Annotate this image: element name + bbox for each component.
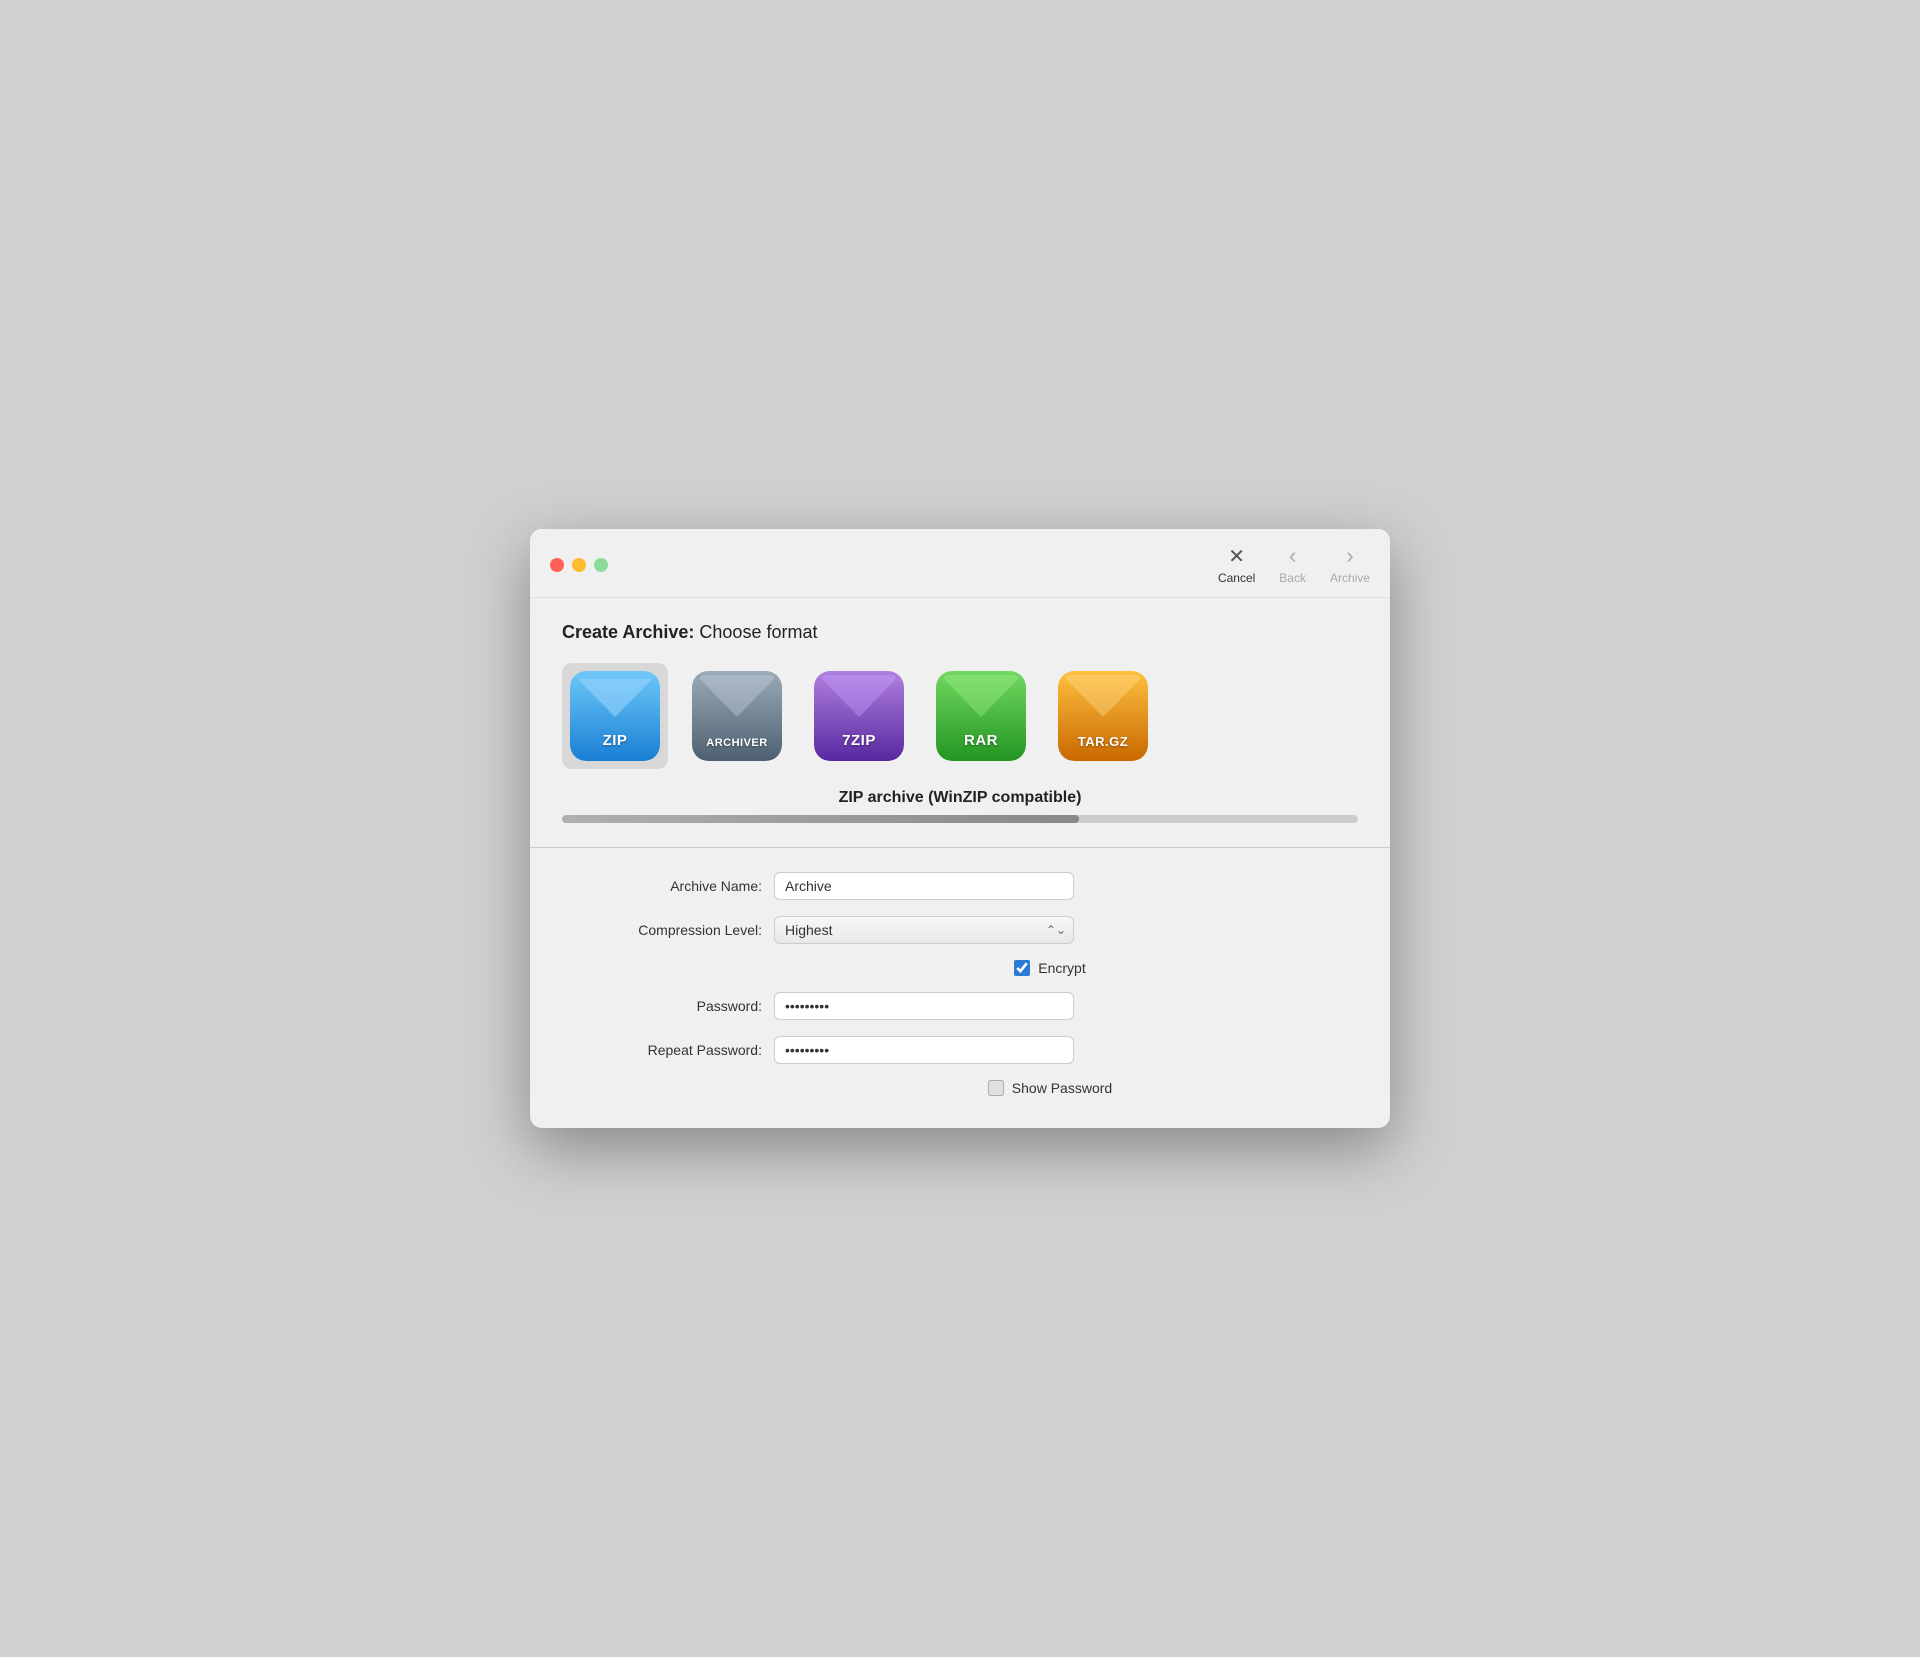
rar-label: RAR — [964, 732, 998, 749]
format-item-targz[interactable]: TAR.GZ — [1050, 663, 1156, 769]
repeat-password-label: Repeat Password: — [582, 1042, 762, 1058]
7zip-label: 7ZIP — [842, 732, 876, 749]
form-area: Archive Name: Compression Level: Lowest … — [562, 872, 1358, 1096]
format-item-rar[interactable]: RAR — [928, 663, 1034, 769]
titlebar: ✕ Cancel ‹ Back › Archive — [530, 529, 1390, 598]
encrypt-checkbox[interactable] — [1014, 960, 1030, 976]
password-input[interactable] — [774, 992, 1074, 1020]
zip-label: ZIP — [603, 732, 628, 749]
cancel-button[interactable]: ✕ Cancel — [1218, 545, 1255, 585]
encrypt-row: Encrypt — [762, 960, 1338, 976]
rar-icon: RAR — [936, 671, 1026, 761]
back-label: Back — [1279, 571, 1306, 585]
progress-fill — [562, 815, 1079, 823]
password-label: Password: — [582, 998, 762, 1014]
main-window: ✕ Cancel ‹ Back › Archive Create Archive… — [530, 529, 1390, 1128]
page-header: Create Archive: Choose format — [562, 622, 1358, 643]
archive-name-row: Archive Name: — [582, 872, 1338, 900]
cancel-icon: ✕ — [1226, 545, 1248, 567]
header-prefix: Create Archive: — [562, 622, 694, 642]
archive-icon: › — [1339, 545, 1361, 567]
archive-name-input[interactable] — [774, 872, 1074, 900]
back-icon: ‹ — [1282, 545, 1304, 567]
back-button[interactable]: ‹ Back — [1279, 545, 1306, 585]
compression-select[interactable]: Lowest Low Normal High Highest — [774, 916, 1074, 944]
format-icons: ZIP — [562, 663, 1358, 769]
targz-label: TAR.GZ — [1078, 734, 1128, 749]
progress-bar — [562, 815, 1358, 823]
traffic-lights — [550, 558, 608, 572]
content-area: Create Archive: Choose format — [530, 598, 1390, 1128]
close-button[interactable] — [550, 558, 564, 572]
format-item-7zip[interactable]: 7ZIP — [806, 663, 912, 769]
show-password-label[interactable]: Show Password — [1012, 1080, 1112, 1096]
format-item-zip[interactable]: ZIP — [562, 663, 668, 769]
show-password-checkbox[interactable] — [988, 1080, 1004, 1096]
zip-icon: ZIP — [570, 671, 660, 761]
compression-select-wrapper: Lowest Low Normal High Highest ⌃⌄ — [774, 916, 1074, 944]
archive-name-label: Archive Name: — [582, 878, 762, 894]
cancel-label: Cancel — [1218, 571, 1255, 585]
7zip-icon: 7ZIP — [814, 671, 904, 761]
encrypt-label[interactable]: Encrypt — [1038, 960, 1085, 976]
header-suffix: Choose format — [699, 622, 817, 642]
compression-row: Compression Level: Lowest Low Normal Hig… — [582, 916, 1338, 944]
format-item-archiver[interactable]: ARCHIVER — [684, 663, 790, 769]
minimize-button[interactable] — [572, 558, 586, 572]
password-row: Password: — [582, 992, 1338, 1020]
repeat-password-input[interactable] — [774, 1036, 1074, 1064]
archiver-icon: ARCHIVER — [692, 671, 782, 761]
repeat-password-row: Repeat Password: — [582, 1036, 1338, 1064]
compression-label: Compression Level: — [582, 922, 762, 938]
format-description: ZIP archive (WinZIP compatible) — [562, 789, 1358, 807]
archive-button[interactable]: › Archive — [1330, 545, 1370, 585]
show-password-row: Show Password — [762, 1080, 1338, 1096]
archiver-label: ARCHIVER — [706, 737, 767, 749]
targz-icon: TAR.GZ — [1058, 671, 1148, 761]
toolbar-buttons: ✕ Cancel ‹ Back › Archive — [1218, 545, 1370, 585]
maximize-button[interactable] — [594, 558, 608, 572]
section-divider — [530, 847, 1390, 848]
archive-label: Archive — [1330, 571, 1370, 585]
